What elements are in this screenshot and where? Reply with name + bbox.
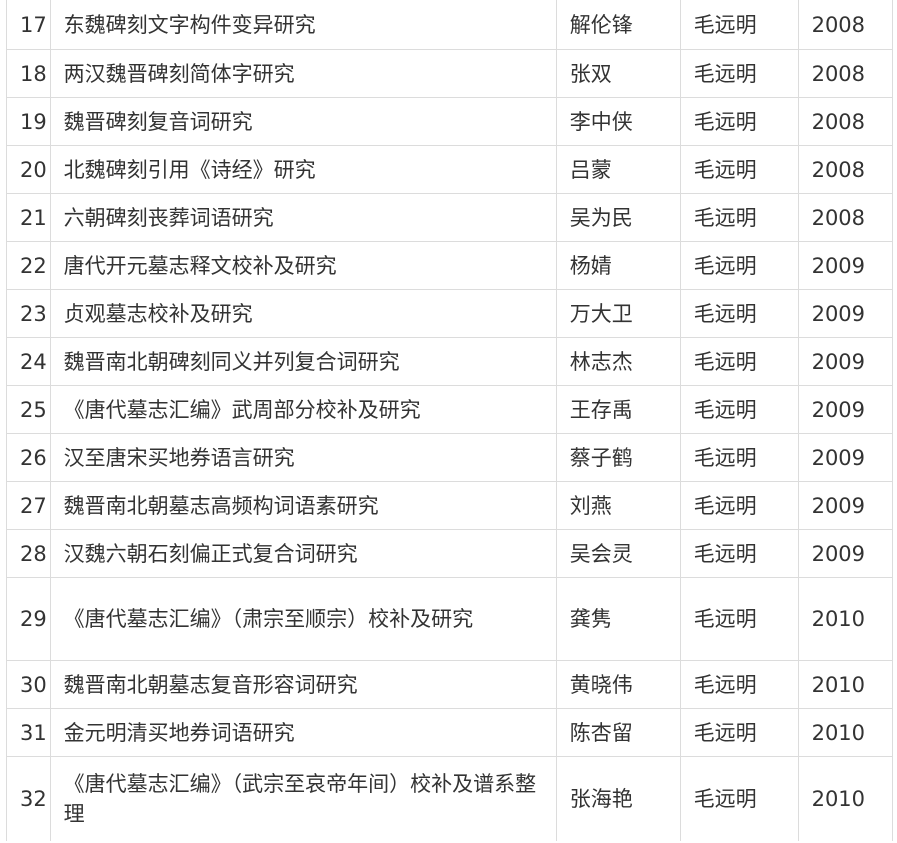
advisor-name: 毛远明	[679, 577, 799, 661]
row-number: 30	[6, 660, 51, 709]
author-name: 林志杰	[555, 337, 681, 386]
year: 2009	[797, 385, 894, 434]
row-number: 29	[6, 577, 51, 661]
thesis-title: 东魏碑刻文字构件变异研究	[49, 0, 557, 50]
table-row: 18 两汉魏晋碑刻简体字研究 张双 毛远明 2008	[6, 49, 894, 98]
row-number: 28	[6, 529, 51, 578]
advisor-name: 毛远明	[679, 433, 799, 482]
thesis-table: 17 东魏碑刻文字构件变异研究 解伦锋 毛远明 2008 18 两汉魏晋碑刻简体…	[6, 0, 894, 841]
row-number: 22	[6, 241, 51, 290]
table-row: 31 金元明清买地券词语研究 陈杏留 毛远明 2010	[6, 708, 894, 757]
advisor-name: 毛远明	[679, 49, 799, 98]
year: 2009	[797, 481, 894, 530]
table-row: 19 魏晋碑刻复音词研究 李中侠 毛远明 2008	[6, 97, 894, 146]
year: 2009	[797, 433, 894, 482]
table-row: 21 六朝碑刻丧葬词语研究 吴为民 毛远明 2008	[6, 193, 894, 242]
thesis-title: 《唐代墓志汇编》（武宗至哀帝年间）校补及谱系整理	[49, 756, 557, 841]
row-number: 19	[6, 97, 51, 146]
thesis-title: 两汉魏晋碑刻简体字研究	[49, 49, 557, 98]
advisor-name: 毛远明	[679, 756, 799, 841]
thesis-title: 北魏碑刻引用《诗经》研究	[49, 145, 557, 194]
author-name: 蔡子鹤	[555, 433, 681, 482]
thesis-title: 《唐代墓志汇编》（肃宗至顺宗）校补及研究	[49, 577, 557, 661]
table-row: 28 汉魏六朝石刻偏正式复合词研究 吴会灵 毛远明 2009	[6, 529, 894, 578]
year: 2008	[797, 49, 894, 98]
advisor-name: 毛远明	[679, 193, 799, 242]
advisor-name: 毛远明	[679, 529, 799, 578]
thesis-title: 唐代开元墓志释文校补及研究	[49, 241, 557, 290]
row-number: 26	[6, 433, 51, 482]
author-name: 张海艳	[555, 756, 681, 841]
thesis-title: 金元明清买地券词语研究	[49, 708, 557, 757]
row-number: 25	[6, 385, 51, 434]
table-row: 17 东魏碑刻文字构件变异研究 解伦锋 毛远明 2008	[6, 0, 894, 50]
author-name: 王存禹	[555, 385, 681, 434]
thesis-title: 《唐代墓志汇编》武周部分校补及研究	[49, 385, 557, 434]
author-name: 龚隽	[555, 577, 681, 661]
author-name: 吴会灵	[555, 529, 681, 578]
row-number: 27	[6, 481, 51, 530]
thesis-title: 魏晋南北朝墓志复音形容词研究	[49, 660, 557, 709]
table-row: 23 贞观墓志校补及研究 万大卫 毛远明 2009	[6, 289, 894, 338]
advisor-name: 毛远明	[679, 289, 799, 338]
thesis-title: 魏晋南北朝碑刻同义并列复合词研究	[49, 337, 557, 386]
advisor-name: 毛远明	[679, 241, 799, 290]
advisor-name: 毛远明	[679, 0, 799, 50]
table-row: 32 《唐代墓志汇编》（武宗至哀帝年间）校补及谱系整理 张海艳 毛远明 2010	[6, 756, 894, 841]
year: 2008	[797, 145, 894, 194]
advisor-name: 毛远明	[679, 145, 799, 194]
table-row: 30 魏晋南北朝墓志复音形容词研究 黄晓伟 毛远明 2010	[6, 660, 894, 709]
row-number: 21	[6, 193, 51, 242]
table-row: 26 汉至唐宋买地券语言研究 蔡子鹤 毛远明 2009	[6, 433, 894, 482]
thesis-table-container: 17 东魏碑刻文字构件变异研究 解伦锋 毛远明 2008 18 两汉魏晋碑刻简体…	[6, 0, 894, 841]
row-number: 31	[6, 708, 51, 757]
author-name: 黄晓伟	[555, 660, 681, 709]
year: 2008	[797, 193, 894, 242]
row-number: 17	[6, 0, 51, 50]
table-row: 20 北魏碑刻引用《诗经》研究 吕蒙 毛远明 2008	[6, 145, 894, 194]
row-number: 24	[6, 337, 51, 386]
author-name: 李中侠	[555, 97, 681, 146]
year: 2008	[797, 97, 894, 146]
row-number: 20	[6, 145, 51, 194]
table-row: 24 魏晋南北朝碑刻同义并列复合词研究 林志杰 毛远明 2009	[6, 337, 894, 386]
thesis-title: 魏晋碑刻复音词研究	[49, 97, 557, 146]
year: 2010	[797, 756, 894, 841]
year: 2010	[797, 660, 894, 709]
author-name: 杨婧	[555, 241, 681, 290]
author-name: 陈杏留	[555, 708, 681, 757]
advisor-name: 毛远明	[679, 708, 799, 757]
thesis-title: 汉至唐宋买地券语言研究	[49, 433, 557, 482]
thesis-title: 六朝碑刻丧葬词语研究	[49, 193, 557, 242]
thesis-title: 汉魏六朝石刻偏正式复合词研究	[49, 529, 557, 578]
year: 2010	[797, 708, 894, 757]
author-name: 吴为民	[555, 193, 681, 242]
year: 2009	[797, 529, 894, 578]
author-name: 吕蒙	[555, 145, 681, 194]
author-name: 张双	[555, 49, 681, 98]
year: 2008	[797, 0, 894, 50]
row-number: 18	[6, 49, 51, 98]
row-number: 32	[6, 756, 51, 841]
year: 2009	[797, 337, 894, 386]
thesis-title: 魏晋南北朝墓志高频构词语素研究	[49, 481, 557, 530]
advisor-name: 毛远明	[679, 660, 799, 709]
author-name: 解伦锋	[555, 0, 681, 50]
table-row: 25 《唐代墓志汇编》武周部分校补及研究 王存禹 毛远明 2009	[6, 385, 894, 434]
advisor-name: 毛远明	[679, 481, 799, 530]
advisor-name: 毛远明	[679, 337, 799, 386]
year: 2009	[797, 241, 894, 290]
table-row: 27 魏晋南北朝墓志高频构词语素研究 刘燕 毛远明 2009	[6, 481, 894, 530]
advisor-name: 毛远明	[679, 97, 799, 146]
table-row: 22 唐代开元墓志释文校补及研究 杨婧 毛远明 2009	[6, 241, 894, 290]
author-name: 万大卫	[555, 289, 681, 338]
year: 2009	[797, 289, 894, 338]
year: 2010	[797, 577, 894, 661]
row-number: 23	[6, 289, 51, 338]
advisor-name: 毛远明	[679, 385, 799, 434]
table-row: 29 《唐代墓志汇编》（肃宗至顺宗）校补及研究 龚隽 毛远明 2010	[6, 577, 894, 661]
author-name: 刘燕	[555, 481, 681, 530]
thesis-title: 贞观墓志校补及研究	[49, 289, 557, 338]
